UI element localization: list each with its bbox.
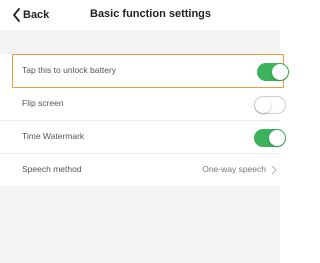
- section-gap: [0, 30, 280, 54]
- back-label: Back: [23, 9, 50, 21]
- setting-row-speech-method[interactable]: Speech method One-way speech: [0, 154, 280, 187]
- toggle-knob: [272, 64, 288, 80]
- page-title: Basic function settings: [90, 8, 212, 20]
- setting-row-flip-screen: Flip screen: [0, 88, 286, 121]
- setting-row-unlock-battery[interactable]: Tap this to unlock battery: [12, 54, 289, 88]
- empty-area: [0, 186, 280, 263]
- setting-label: Speech method: [22, 164, 82, 174]
- setting-label: Flip screen: [22, 98, 64, 108]
- chevron-right-icon: [271, 165, 277, 175]
- unlock-battery-toggle[interactable]: [257, 63, 289, 81]
- flip-screen-toggle[interactable]: [254, 96, 286, 114]
- setting-row-time-watermark: Time Watermark: [0, 121, 286, 154]
- setting-label: Time Watermark: [22, 131, 85, 141]
- setting-label: Tap this to unlock battery: [22, 65, 117, 75]
- back-button[interactable]: Back: [12, 7, 49, 23]
- chevron-left-icon: [13, 8, 20, 22]
- settings-list: Tap this to unlock battery Flip screen T…: [0, 54, 289, 187]
- speech-method-value: One-way speech: [202, 164, 266, 174]
- toggle-knob: [255, 97, 271, 113]
- toggle-knob: [269, 130, 285, 146]
- nav-header: Back Basic function settings: [0, 0, 280, 30]
- time-watermark-toggle[interactable]: [254, 129, 286, 147]
